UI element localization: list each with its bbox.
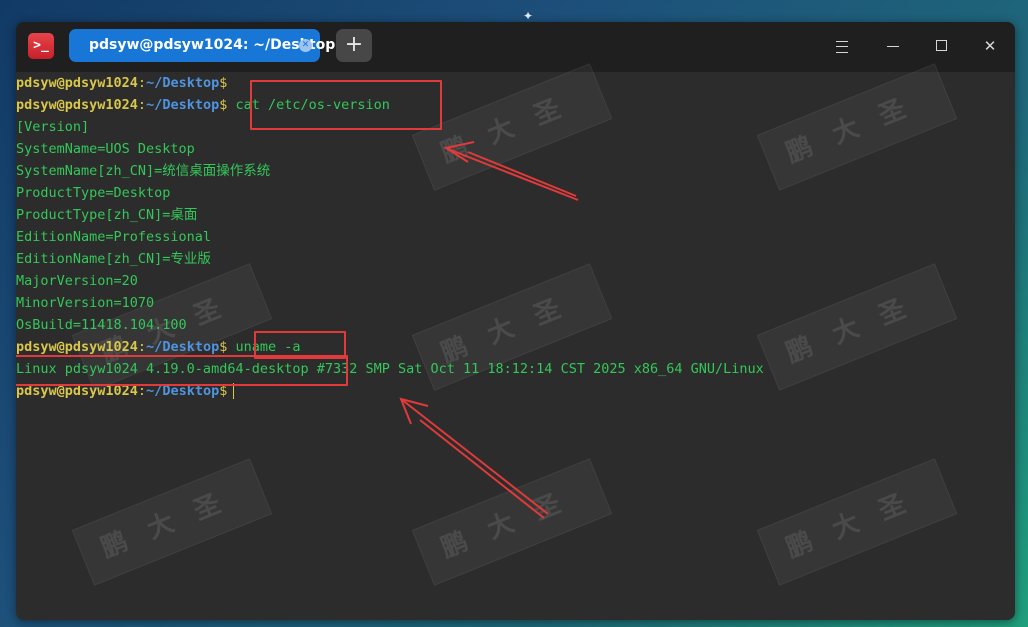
maximize-icon xyxy=(936,40,947,51)
tab-desktop[interactable]: pdsyw@pdsyw1024: ~/Desktop ✕ xyxy=(69,29,335,62)
terminal-window: >_ pdsyw@pdsyw1024: ~/Desktop ✕ + ✕ 鹏大圣 … xyxy=(16,22,1015,620)
arrow-to-os-version xyxy=(443,141,579,201)
arrow-to-kernel xyxy=(399,397,549,519)
close-window-button[interactable]: ✕ xyxy=(979,35,1001,57)
minimize-icon xyxy=(887,46,899,47)
annotation-arrows xyxy=(399,141,579,519)
title-bar: >_ pdsyw@pdsyw1024: ~/Desktop ✕ + ✕ xyxy=(16,22,1015,72)
terminal-app-icon[interactable]: >_ xyxy=(28,33,54,59)
close-icon: ✕ xyxy=(983,37,997,55)
hamburger-icon xyxy=(836,41,848,53)
tab-close-icon[interactable]: ✕ xyxy=(299,39,312,52)
new-tab-button[interactable]: + xyxy=(336,29,372,62)
menu-button[interactable] xyxy=(831,35,853,57)
minimize-button[interactable] xyxy=(882,35,904,57)
desktop-sparkle-icon: ✦ xyxy=(523,9,534,23)
maximize-button[interactable] xyxy=(930,35,952,57)
terminal-area[interactable]: 鹏大圣 鹏大圣 鹏大圣 鹏大圣 鹏大圣 鹏大圣 鹏大圣 鹏大圣 pdsyw@pd… xyxy=(16,63,1015,620)
